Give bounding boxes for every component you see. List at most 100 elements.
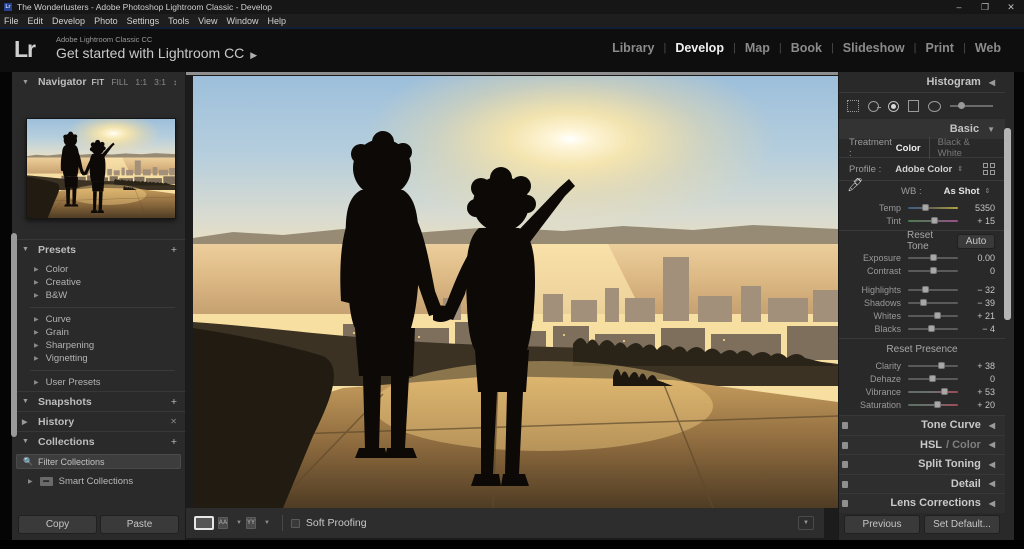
toolbar-options-button[interactable]: ▼ [798, 516, 814, 530]
module-book[interactable]: Book [782, 41, 831, 55]
previous-button[interactable]: Previous [844, 515, 920, 534]
highlights-slider[interactable] [908, 289, 958, 291]
history-header[interactable]: ▶ History ✕ [12, 411, 185, 431]
menu-view[interactable]: View [198, 16, 217, 26]
clarity-slider[interactable] [908, 365, 958, 367]
module-library[interactable]: Library [603, 41, 663, 55]
slider-thumb[interactable] [934, 312, 941, 319]
module-map[interactable]: Map [736, 41, 779, 55]
clear-history-button[interactable]: ✕ [170, 417, 177, 426]
preset-bw[interactable]: ▶B&W [12, 289, 185, 302]
menu-help[interactable]: Help [268, 16, 287, 26]
spot-removal-icon[interactable] [868, 101, 879, 112]
slider-thumb[interactable] [941, 388, 948, 395]
collapse-triangle-icon[interactable]: ▼ [22, 246, 30, 253]
menu-settings[interactable]: Settings [127, 16, 160, 26]
blacks-slider[interactable] [908, 328, 958, 330]
preset-creative[interactable]: ▶Creative [12, 276, 185, 289]
preset-color[interactable]: ▶Color [12, 263, 185, 276]
adjustment-brush-icon[interactable] [950, 105, 993, 107]
snapshots-header[interactable]: ▼ Snapshots + [12, 391, 185, 411]
zoom-1-1[interactable]: 1:1 [135, 77, 147, 87]
paste-button[interactable]: Paste [100, 515, 179, 534]
collapse-triangle-icon[interactable]: ▼ [22, 438, 30, 445]
tint-slider[interactable] [908, 220, 958, 222]
whites-slider[interactable] [908, 315, 958, 317]
graduated-filter-icon[interactable] [908, 100, 919, 112]
right-scrollbar[interactable] [1004, 128, 1011, 320]
menu-tools[interactable]: Tools [168, 16, 189, 26]
panel-toggle-switch[interactable] [842, 442, 848, 449]
collections-header[interactable]: ▼ Collections + [12, 431, 185, 451]
menu-window[interactable]: Window [227, 16, 259, 26]
preset-sharpening[interactable]: ▶Sharpening [12, 339, 185, 352]
before-after-left-right-icon[interactable]: AA [218, 516, 228, 530]
preset-grain[interactable]: ▶Grain [12, 326, 185, 339]
slider-thumb[interactable] [928, 325, 935, 332]
treatment-color-button[interactable]: Color [896, 143, 921, 154]
panel-toggle-switch[interactable] [842, 500, 848, 507]
profile-select[interactable]: Adobe Color [895, 164, 952, 175]
presets-header[interactable]: ▼ Presets + [12, 239, 185, 259]
left-scrollbar[interactable] [11, 233, 17, 437]
basic-panel-header[interactable]: Basic ▼ [839, 119, 1005, 139]
collapse-triangle-icon[interactable]: ◀ [989, 460, 995, 469]
close-button[interactable]: ✕ [998, 0, 1024, 14]
before-after-split-icon[interactable]: YY [246, 516, 256, 530]
set-default-button[interactable]: Set Default... [924, 515, 1000, 534]
collapse-triangle-icon[interactable]: ◀ [989, 421, 995, 430]
collapse-triangle-icon[interactable]: ◀ [989, 479, 995, 488]
module-develop[interactable]: Develop [666, 41, 733, 55]
red-eye-icon[interactable] [888, 101, 899, 112]
contrast-slider[interactable] [908, 270, 958, 272]
vibrance-slider[interactable] [908, 391, 958, 393]
panel-toggle-switch[interactable] [842, 481, 848, 488]
split-toning-panel-header[interactable]: Split Toning ◀ [839, 454, 1005, 474]
radial-filter-icon[interactable] [928, 101, 941, 112]
loupe-view-icon[interactable] [194, 516, 214, 530]
menu-photo[interactable]: Photo [94, 16, 118, 26]
soft-proofing-checkbox[interactable] [291, 519, 300, 528]
minimize-button[interactable]: – [946, 0, 972, 14]
preset-user-presets[interactable]: ▶User Presets [12, 376, 185, 389]
identity-plate-big[interactable]: Get started with Lightroom CC▶ [56, 45, 257, 61]
crop-overlay-icon[interactable] [847, 100, 859, 112]
exposure-slider[interactable] [908, 257, 958, 259]
slider-thumb[interactable] [922, 204, 929, 211]
collapse-triangle-icon[interactable]: ◀ [989, 499, 995, 508]
module-print[interactable]: Print [916, 41, 962, 55]
add-collection-button[interactable]: + [171, 436, 177, 448]
slider-thumb[interactable] [922, 286, 929, 293]
reset-tone-button[interactable]: Reset Tone [907, 230, 957, 252]
navigator-header[interactable]: ▼ Navigator FIT FILL 1:1 3:1 ↕ [12, 72, 185, 92]
dehaze-slider[interactable] [908, 378, 958, 380]
hsl-color-panel-header[interactable]: HSL / Color ◀ [839, 435, 1005, 455]
zoom-fit[interactable]: FIT [92, 77, 105, 87]
slider-thumb[interactable] [920, 299, 927, 306]
collapse-triangle-icon[interactable]: ◀ [989, 78, 995, 87]
wb-select[interactable]: As Shot [944, 186, 980, 197]
slider-thumb[interactable] [930, 254, 937, 261]
chevron-down-icon[interactable]: ▼ [264, 520, 270, 526]
filter-collections-input[interactable]: 🔍 Filter Collections [16, 454, 181, 469]
updown-icon[interactable]: ↕ [173, 78, 177, 87]
slider-thumb[interactable] [934, 401, 941, 408]
panel-toggle-switch[interactable] [842, 461, 848, 468]
histogram-header[interactable]: Histogram ◀ [839, 72, 1005, 92]
profile-browser-icon[interactable] [983, 163, 995, 175]
collapse-triangle-icon[interactable]: ▼ [22, 79, 30, 86]
zoom-3-1[interactable]: 3:1 [154, 77, 166, 87]
collapse-triangle-icon[interactable]: ▼ [22, 398, 30, 405]
collapse-triangle-icon[interactable]: ▼ [987, 125, 995, 134]
slider-thumb[interactable] [929, 375, 936, 382]
reset-presence-button[interactable]: Reset Presence [886, 344, 957, 355]
panel-toggle-switch[interactable] [842, 422, 848, 429]
panel-title-secondary[interactable]: / Color [946, 439, 981, 451]
saturation-slider[interactable] [908, 404, 958, 406]
wb-eyedropper-icon[interactable]: 🖊 [847, 177, 864, 193]
temp-slider[interactable] [908, 207, 958, 209]
menu-file[interactable]: File [4, 16, 19, 26]
tone-curve-panel-header[interactable]: Tone Curve ◀ [839, 415, 1005, 435]
smart-collections-item[interactable]: ▶ ▬ Smart Collections [12, 473, 185, 489]
preset-vignetting[interactable]: ▶Vignetting [12, 352, 185, 365]
